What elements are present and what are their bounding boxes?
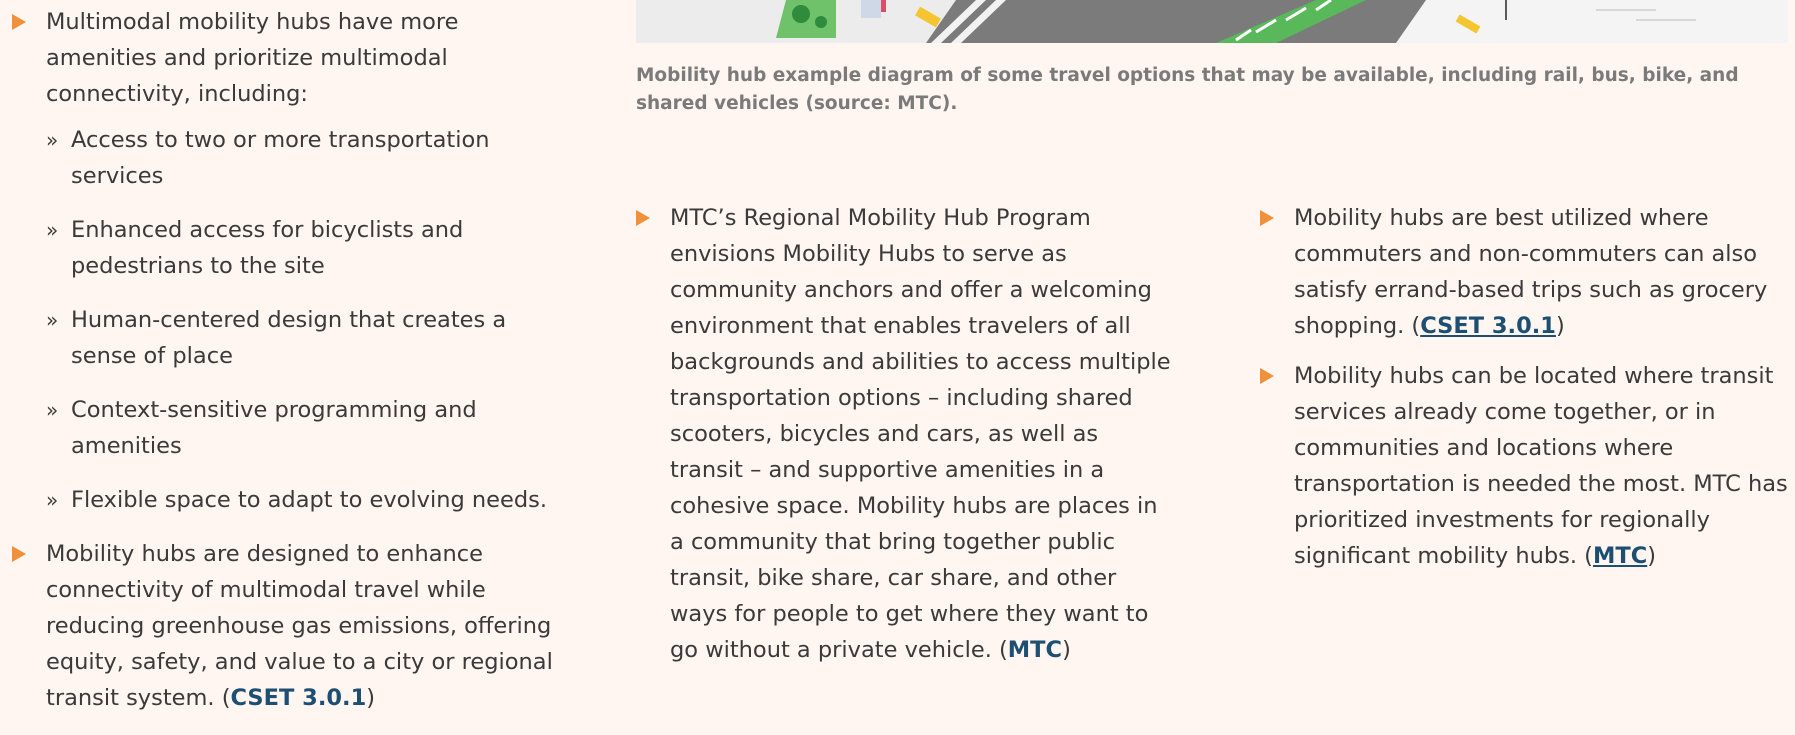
sub-list: » Access to two or more transportation se… <box>46 122 572 518</box>
cset-link[interactable]: CSET 3.0.1 <box>231 685 367 711</box>
list-item: Mobility hubs can be located where trans… <box>1260 358 1795 574</box>
sub-item-text: Access to two or more transportation ser… <box>71 127 490 189</box>
sub-list-item: » Context-sensitive programming and ameni… <box>46 392 572 464</box>
sub-item-text: Context-sensitive programming and amenit… <box>71 397 477 459</box>
sub-item-text: Enhanced access for bicyclists and pedes… <box>71 217 464 279</box>
bullet-text: Multimodal mobility hubs have more ameni… <box>46 9 459 107</box>
double-chevron-icon: » <box>46 398 59 422</box>
double-chevron-icon: » <box>46 488 59 512</box>
triangle-bullet-icon <box>12 546 26 562</box>
right-bullet-list: Mobility hubs are best utilized where co… <box>1260 200 1795 574</box>
sub-list-item: » Access to two or more transportation se… <box>46 122 572 194</box>
left-bullet-list: Multimodal mobility hubs have more ameni… <box>12 4 572 716</box>
bullet-text-end: ) <box>1555 313 1565 339</box>
right-column: Mobility hubs are best utilized where co… <box>1260 200 1795 588</box>
triangle-bullet-icon <box>1260 368 1274 384</box>
bullet-text-end: ) <box>1647 543 1656 569</box>
middle-bullet-list: MTC’s Regional Mobility Hub Program envi… <box>636 200 1176 668</box>
middle-column: MTC’s Regional Mobility Hub Program envi… <box>636 200 1176 682</box>
cset-link[interactable]: CSET 3.0.1 <box>1420 313 1556 339</box>
bullet-text-end: ) <box>1062 637 1071 663</box>
sub-item-text: Flexible space to adapt to evolving need… <box>71 487 548 513</box>
sub-item-text: Human-centered design that creates a sen… <box>71 307 507 369</box>
list-item: MTC’s Regional Mobility Hub Program envi… <box>636 200 1176 668</box>
double-chevron-icon: » <box>46 218 59 242</box>
mtc-link[interactable]: MTC <box>1008 637 1062 663</box>
list-item: Mobility hubs are best utilized where co… <box>1260 200 1795 344</box>
figure-caption: Mobility hub example diagram of some tra… <box>636 65 1739 114</box>
mtc-link[interactable]: MTC <box>1593 543 1647 569</box>
left-column: Multimodal mobility hubs have more ameni… <box>12 4 572 730</box>
sub-list-item: » Human-centered design that creates a se… <box>46 302 572 374</box>
triangle-bullet-icon <box>12 14 26 30</box>
list-item: Multimodal mobility hubs have more ameni… <box>12 4 572 518</box>
bullet-text-end: ) <box>366 685 376 711</box>
double-chevron-icon: » <box>46 308 59 332</box>
triangle-bullet-icon <box>636 210 650 226</box>
sub-list-item: » Flexible space to adapt to evolving nee… <box>46 482 572 518</box>
bullet-text: Mobility hubs can be located where trans… <box>1294 363 1788 569</box>
list-item: Mobility hubs are designed to enhance co… <box>12 536 572 716</box>
bullet-text: MTC’s Regional Mobility Hub Program envi… <box>670 205 1171 663</box>
mobility-hub-illustration <box>636 0 1788 43</box>
triangle-bullet-icon <box>1260 210 1274 226</box>
sub-list-item: » Enhanced access for bicyclists and pede… <box>46 212 572 284</box>
mobility-hub-diagram <box>636 0 1788 43</box>
double-chevron-icon: » <box>46 128 59 152</box>
